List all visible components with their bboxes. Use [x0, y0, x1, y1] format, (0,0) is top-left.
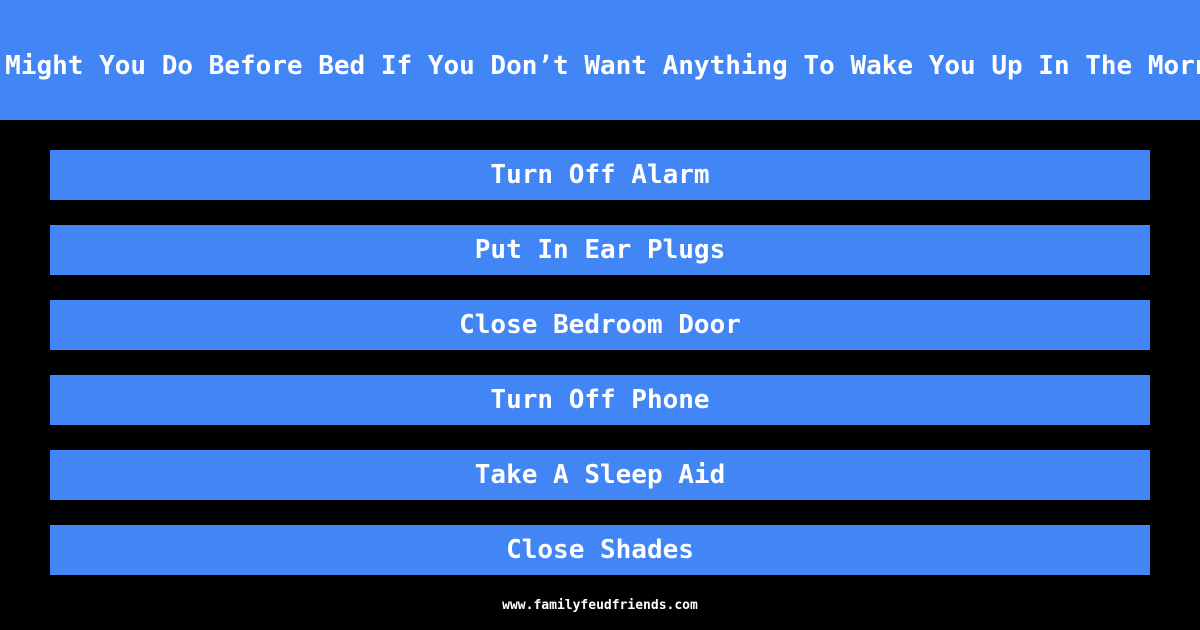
question-header: What Might You Do Before Bed If You Don’… — [0, 0, 1200, 120]
answer-list: Turn Off Alarm Put In Ear Plugs Close Be… — [50, 150, 1150, 600]
answer-item: Close Shades — [50, 525, 1150, 575]
answer-item: Turn Off Phone — [50, 375, 1150, 425]
answer-item: Take A Sleep Aid — [50, 450, 1150, 500]
site-url: www.familyfeudfriends.com — [502, 598, 698, 613]
question-title: What Might You Do Before Bed If You Don’… — [0, 51, 1200, 81]
answer-item: Put In Ear Plugs — [50, 225, 1150, 275]
answer-item: Close Bedroom Door — [50, 300, 1150, 350]
answer-item: Turn Off Alarm — [50, 150, 1150, 200]
